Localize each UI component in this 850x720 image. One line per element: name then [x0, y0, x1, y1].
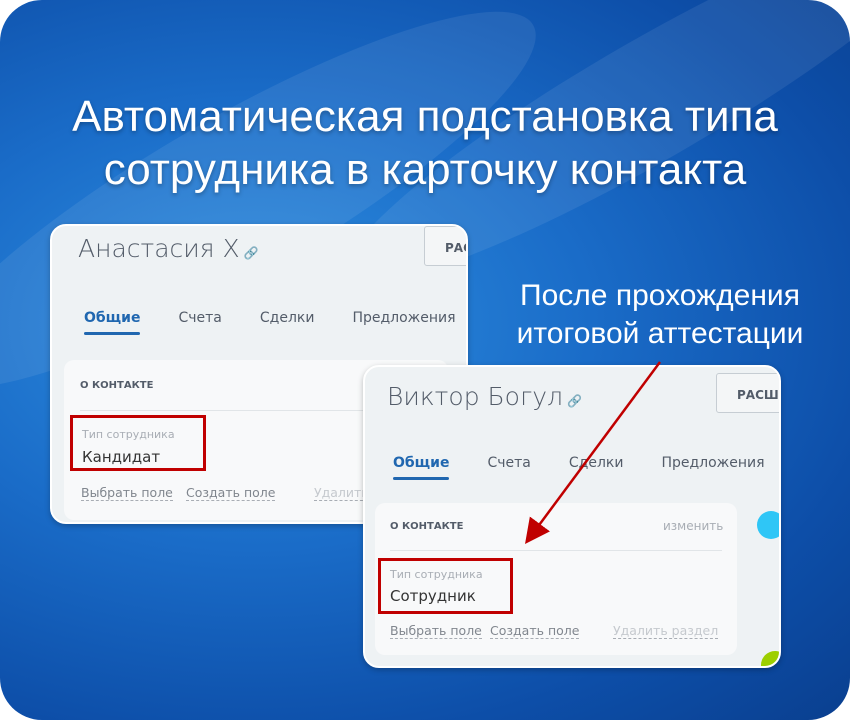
arrow-line	[525, 361, 662, 545]
arrow	[525, 361, 662, 545]
